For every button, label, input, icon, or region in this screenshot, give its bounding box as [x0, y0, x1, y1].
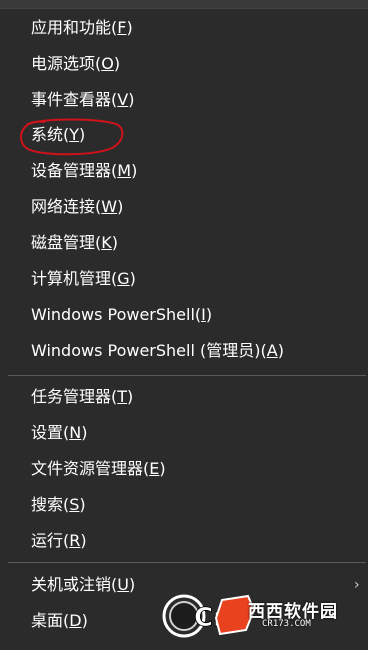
menu-item-system[interactable]: 系统(Y) [31, 120, 85, 150]
menu-item-powershell-admin[interactable]: Windows PowerShell (管理员)(A) [31, 336, 284, 366]
accelerator-key: A [266, 341, 278, 360]
menu-item-device-manager[interactable]: 设备管理器(M) [31, 156, 137, 186]
accelerator-key: E [149, 459, 160, 478]
menu-item-label: 设置 [31, 423, 64, 442]
menu-item-settings[interactable]: 设置(N) [31, 418, 87, 448]
menu-item-shutdown-signout[interactable]: 关机或注销(U) [31, 570, 135, 600]
accelerator-key: I [201, 305, 206, 324]
accelerator-key: F [117, 18, 127, 37]
menu-item-label: 应用和功能 [31, 18, 112, 37]
accelerator-key: R [69, 531, 81, 550]
accelerator-key: D [69, 611, 82, 630]
watermark-url: CR173.COM [262, 619, 311, 629]
menu-divider [8, 562, 366, 563]
menu-item-label: 电源选项 [31, 54, 96, 73]
menu-item-desktop[interactable]: 桌面(D) [31, 606, 88, 636]
menu-item-label: 运行 [31, 531, 64, 550]
accelerator-key: V [117, 90, 129, 109]
menu-item-task-manager[interactable]: 任务管理器(T) [31, 382, 133, 412]
accelerator-key: G [117, 269, 130, 288]
menu-item-label: 系统 [31, 125, 64, 144]
menu-item-label: 计算机管理 [31, 269, 112, 288]
menu-item-power-options[interactable]: 电源选项(O) [31, 49, 120, 79]
menu-item-label: Windows PowerShell (管理员) [31, 341, 261, 360]
accelerator-key: W [101, 197, 118, 216]
menu-item-label: 事件查看器 [31, 90, 112, 109]
chevron-right-icon: › [354, 577, 360, 593]
accelerator-key: N [69, 423, 82, 442]
accelerator-key: Y [69, 125, 80, 144]
menu-item-file-explorer[interactable]: 文件资源管理器(E) [31, 454, 166, 484]
winx-context-menu: 应用和功能(F) 电源选项(O) 事件查看器(V) 系统(Y) 设备管理器(M)… [0, 0, 368, 650]
accelerator-key: O [101, 54, 114, 73]
accelerator-key: S [69, 495, 80, 514]
top-strip [0, 0, 368, 9]
menu-item-label: 网络连接 [31, 197, 96, 216]
menu-item-event-viewer[interactable]: 事件查看器(V) [31, 85, 134, 115]
menu-divider [8, 375, 366, 376]
watermark-logo-text: Cr [194, 603, 226, 633]
accelerator-key: K [101, 233, 112, 252]
menu-item-run[interactable]: 运行(R) [31, 526, 87, 556]
menu-item-network-connections[interactable]: 网络连接(W) [31, 192, 123, 222]
menu-item-computer-management[interactable]: 计算机管理(G) [31, 264, 136, 294]
menu-item-powershell[interactable]: Windows PowerShell(I) [31, 300, 212, 330]
accelerator-key: T [117, 387, 128, 406]
menu-item-label: Windows PowerShell [31, 305, 195, 324]
menu-item-search[interactable]: 搜索(S) [31, 490, 86, 520]
menu-item-label: 任务管理器 [31, 387, 112, 406]
menu-item-apps-features[interactable]: 应用和功能(F) [31, 13, 133, 43]
accelerator-key: M [117, 161, 132, 180]
accelerator-key: U [117, 575, 129, 594]
menu-item-label: 关机或注销 [31, 575, 112, 594]
menu-item-label: 桌面 [31, 611, 64, 630]
menu-item-label: 设备管理器 [31, 161, 112, 180]
menu-item-label: 磁盘管理 [31, 233, 96, 252]
menu-item-disk-management[interactable]: 磁盘管理(K) [31, 228, 118, 258]
menu-item-label: 文件资源管理器 [31, 459, 144, 478]
menu-item-label: 搜索 [31, 495, 64, 514]
